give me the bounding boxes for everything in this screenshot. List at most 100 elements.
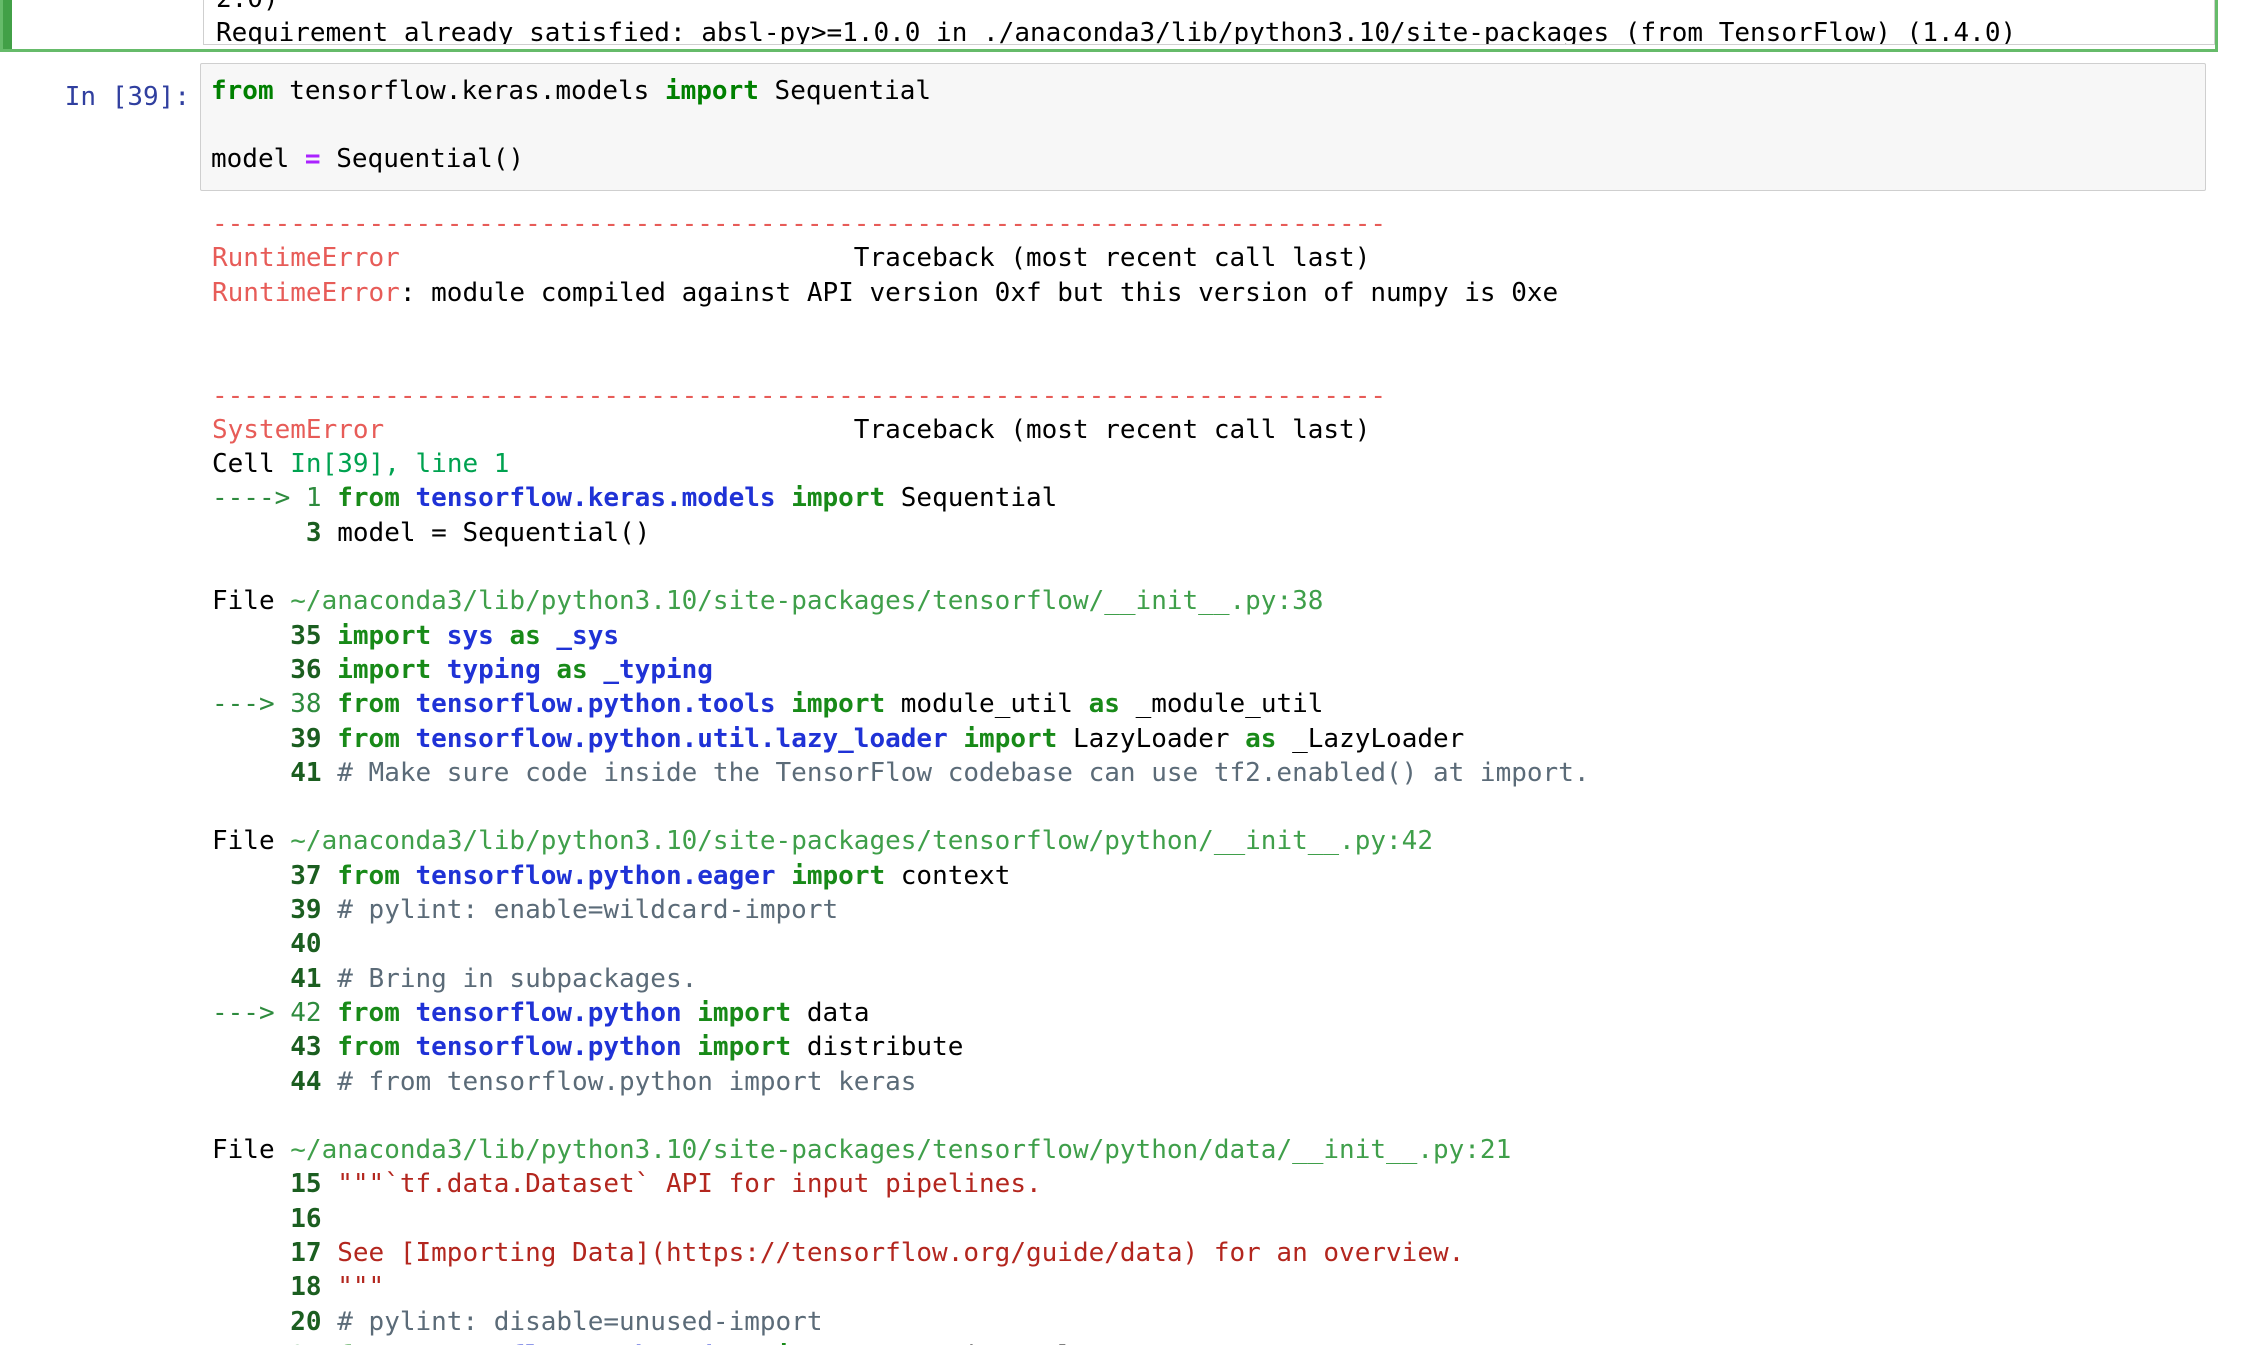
- line-number: 39: [212, 723, 338, 754]
- code-line: 40: [212, 927, 337, 961]
- error-message: : module compiled against API version 0x…: [399, 277, 1559, 308]
- module-name: tensorflow.python.util.lazy_loader: [399, 723, 964, 754]
- code-comment: # Bring in subpackages.: [337, 963, 698, 994]
- separator-line: ----------------------------------------…: [212, 380, 1386, 411]
- code-line: 17 See [Importing Data](https://tensorfl…: [212, 1236, 1464, 1270]
- code-text: data: [791, 997, 870, 1028]
- code-text: experimental: [869, 1341, 1073, 1345]
- keyword: from: [337, 723, 400, 754]
- code-text: _module_util: [1119, 689, 1324, 720]
- code-text: _typing: [587, 654, 713, 685]
- module-name: typing: [431, 654, 557, 685]
- code-line: model = Sequential(): [211, 144, 525, 174]
- keyword: import: [963, 723, 1058, 754]
- module-name: tensorflow.python: [399, 1032, 698, 1063]
- output-line: 2.0): [216, 0, 279, 14]
- keyword: import: [791, 483, 886, 514]
- file-path: ~/anaconda3/lib/python3.10/site-packages…: [290, 586, 1324, 617]
- code-text: _LazyLoader: [1276, 723, 1465, 754]
- file-path: ~/anaconda3/lib/python3.10/site-packages…: [290, 1135, 1512, 1166]
- keyword: import: [337, 620, 432, 651]
- file-label: File: [212, 586, 291, 617]
- code-line: ---> 21 from tensorflow.python.data impo…: [212, 1339, 1073, 1345]
- file-line: File ~/anaconda3/lib/python3.10/site-pac…: [212, 824, 1433, 858]
- cell-location: In[39], line 1: [290, 449, 510, 480]
- line-number: 35: [212, 620, 338, 651]
- code-line: 41 # Bring in subpackages.: [212, 962, 697, 996]
- file-label: File: [212, 1135, 291, 1166]
- keyword: as: [1245, 723, 1277, 754]
- code-line: 37 from tensorflow.python.eager import c…: [212, 859, 1010, 893]
- line-number: 3: [212, 517, 338, 548]
- cell-label: Cell: [212, 449, 291, 480]
- code-line: ---> 42 from tensorflow.python import da…: [212, 996, 869, 1030]
- module-name: tensorflow.python: [399, 997, 698, 1028]
- code-comment: # from tensorflow.python import keras: [337, 1066, 917, 1097]
- docstring: See [Importing Data](https://tensorflow.…: [337, 1238, 1465, 1268]
- code-text: distribute: [791, 1032, 964, 1063]
- output-line: Requirement already satisfied: absl-py>=…: [216, 18, 2017, 45]
- keyword: import: [791, 860, 886, 891]
- separator: ----------------------------------------…: [212, 207, 1386, 241]
- error-header: SystemError Traceback (most recent call …: [212, 413, 1370, 447]
- error-message-line: RuntimeError: module compiled against AP…: [212, 276, 1558, 310]
- code-input-area[interactable]: from tensorflow.keras.models import Sequ…: [200, 63, 2206, 191]
- code-line: 43 from tensorflow.python import distrib…: [212, 1030, 963, 1064]
- previous-cell-output: 2.0) Requirement already satisfied: absl…: [203, 0, 2215, 45]
- line-number: 36: [212, 654, 338, 685]
- line-number: 44: [212, 1066, 338, 1097]
- previous-cell[interactable]: 2.0) Requirement already satisfied: absl…: [0, 0, 2218, 52]
- arrow-marker: ---> 21: [212, 1341, 337, 1345]
- file-label: File: [212, 826, 291, 857]
- keyword: import: [337, 654, 432, 685]
- code-line: 39 # pylint: enable=wildcard-import: [212, 893, 838, 927]
- line-number: 41: [212, 963, 338, 994]
- code-line: 36 import typing as _typing: [212, 653, 713, 687]
- code-line: ----> 1 from tensorflow.keras.models imp…: [212, 481, 1057, 515]
- code-text: module_util: [885, 689, 1089, 720]
- code-line: 18 """: [212, 1270, 384, 1304]
- line-number: 41: [212, 757, 338, 788]
- code-comment: # pylint: disable=unused-import: [337, 1306, 823, 1337]
- keyword: as: [509, 620, 541, 651]
- error-header: RuntimeError Traceback (most recent call…: [212, 241, 1370, 275]
- error-name: SystemError: [212, 414, 854, 445]
- line-number: 20: [212, 1306, 338, 1337]
- cell-selection-bar: [3, 0, 12, 49]
- line-number: 18: [212, 1272, 338, 1303]
- module-name: sys: [431, 620, 510, 651]
- module-name: tensorflow.python.data: [400, 1341, 776, 1345]
- keyword: from: [337, 860, 400, 891]
- cell-location-line: Cell In[39], line 1: [212, 447, 509, 481]
- code-line: 44 # from tensorflow.python import keras: [212, 1065, 916, 1099]
- code-text: context: [885, 860, 1011, 891]
- code-line: 3 model = Sequential(): [212, 516, 650, 550]
- keyword: import: [697, 1032, 792, 1063]
- code-line: 15 """`tf.data.Dataset` API for input pi…: [212, 1167, 1041, 1201]
- keyword: import: [776, 1341, 870, 1345]
- arrow-marker: ---> 42: [212, 997, 338, 1028]
- file-path: ~/anaconda3/lib/python3.10/site-packages…: [290, 826, 1433, 857]
- code-line: 20 # pylint: disable=unused-import: [212, 1305, 823, 1339]
- arrow-marker: ----> 1: [212, 483, 338, 514]
- code-line: 35 import sys as _sys: [212, 619, 619, 653]
- code-line: 41 # Make sure code inside the TensorFlo…: [212, 756, 1589, 790]
- module-name: tensorflow.python.eager: [399, 860, 792, 891]
- arrow-marker: ---> 38: [212, 689, 338, 720]
- keyword: from: [337, 1032, 400, 1063]
- code-comment: # pylint: enable=wildcard-import: [337, 895, 839, 925]
- file-line: File ~/anaconda3/lib/python3.10/site-pac…: [212, 584, 1323, 618]
- error-name: RuntimeError: [212, 277, 400, 308]
- line-number: 16: [212, 1203, 338, 1234]
- traceback-header: Traceback (most recent call last): [853, 414, 1371, 445]
- error-name: RuntimeError: [212, 243, 854, 274]
- docstring: """: [337, 1272, 385, 1303]
- input-prompt: In [39]:: [64, 82, 190, 112]
- traceback-header: Traceback (most recent call last): [853, 243, 1371, 274]
- code-text: LazyLoader: [1057, 723, 1246, 754]
- file-line: File ~/anaconda3/lib/python3.10/site-pac…: [212, 1133, 1511, 1167]
- code-line: ---> 38 from tensorflow.python.tools imp…: [212, 687, 1323, 721]
- keyword: from: [337, 483, 400, 514]
- code-line: from tensorflow.keras.models import Sequ…: [211, 76, 932, 106]
- code-text: model = Sequential(): [337, 517, 651, 548]
